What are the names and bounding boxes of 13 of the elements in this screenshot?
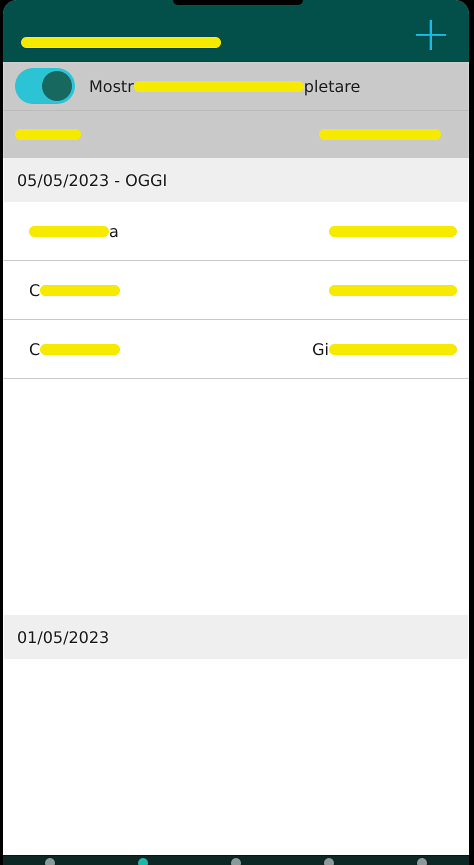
visible-text: C: [29, 340, 40, 358]
toggle-switch[interactable]: [15, 68, 75, 104]
visible-text: Mostr: [89, 76, 134, 96]
visible-text: a: [109, 222, 119, 240]
list-row[interactable]: a: [3, 202, 469, 261]
list-row[interactable]: C: [3, 261, 469, 320]
section-date: 01/05/2023: [17, 628, 110, 646]
visible-text: C: [29, 280, 40, 300]
list-row[interactable]: C Gi: [3, 320, 469, 379]
add-button[interactable]: +: [410, 12, 451, 56]
visible-text: pletare: [304, 76, 360, 96]
visible-text: Gi: [312, 340, 329, 358]
section-date: 05/05/2023 - OGGI: [17, 170, 168, 190]
